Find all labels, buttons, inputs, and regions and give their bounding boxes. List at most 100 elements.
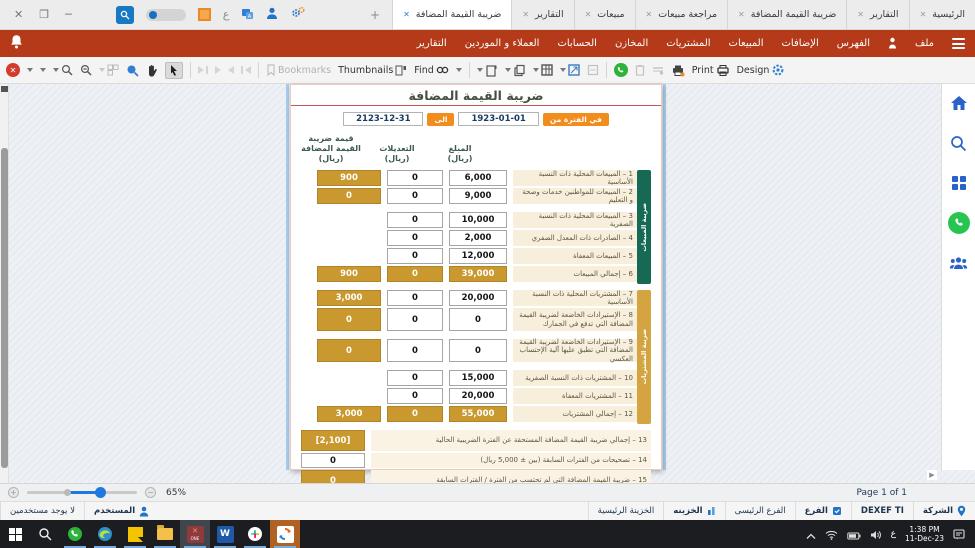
sidebar-search-icon[interactable] — [948, 132, 970, 154]
start-button[interactable] — [0, 520, 30, 548]
find-dropdown[interactable] — [456, 68, 462, 72]
company-chip[interactable]: الشركة — [913, 502, 975, 520]
orange-square-icon[interactable] — [198, 8, 211, 21]
hamburger-menu-icon[interactable] — [952, 38, 965, 49]
print-button[interactable]: Print — [692, 64, 730, 77]
design-button[interactable]: Design — [737, 63, 786, 77]
menu-item-0[interactable]: ملف — [915, 38, 934, 49]
whatsapp-share-icon[interactable] — [614, 63, 628, 77]
quick-print-icon[interactable] — [671, 64, 685, 77]
branch-chip[interactable]: الفرع — [795, 502, 851, 520]
search-icon[interactable] — [116, 6, 134, 24]
menu-item-4[interactable]: المشتريات — [666, 38, 710, 49]
vertical-scrollbar[interactable] — [0, 84, 9, 483]
company-value[interactable]: DEXEF TI — [851, 502, 913, 520]
tab-6[interactable]: ضريبة القيمة المضافة✕ — [392, 0, 511, 29]
tab-close-icon[interactable]: ✕ — [585, 10, 592, 19]
menu-item-1[interactable]: الفهرس — [837, 38, 870, 49]
select-tool-icon[interactable] — [165, 62, 183, 79]
menu-item-6[interactable]: الحسابات — [557, 38, 597, 49]
hand-tool-icon[interactable] — [146, 64, 158, 77]
page-copies-icon[interactable] — [505, 64, 526, 77]
tab-close-icon[interactable]: ✕ — [403, 10, 410, 19]
zoom-tool-icon[interactable] — [126, 64, 139, 77]
tab-close-icon[interactable]: ✕ — [522, 10, 529, 19]
tab-1[interactable]: التقارير✕ — [846, 0, 908, 29]
next-page-icon[interactable] — [215, 66, 221, 74]
users-group-icon[interactable] — [948, 252, 970, 274]
close-report-button[interactable]: ✕ — [6, 63, 20, 77]
menu-item-5[interactable]: المخازن — [615, 38, 648, 49]
tray-chevron-up-icon[interactable] — [806, 525, 816, 544]
taskbar-stickynotes-icon[interactable] — [120, 520, 150, 548]
fit-size-icon[interactable] — [560, 64, 580, 76]
tab-close-icon[interactable]: ✕ — [738, 10, 745, 19]
wifi-icon[interactable] — [825, 525, 838, 544]
export-disabled-icon[interactable] — [587, 64, 599, 76]
window-close-button[interactable]: ✕ — [14, 8, 23, 21]
menu-item-2[interactable]: الإضافات — [781, 38, 818, 49]
dropdown-1[interactable] — [27, 68, 33, 72]
page-orientation-icon[interactable] — [477, 64, 498, 77]
horizontal-scroll-arrow[interactable]: ▶ — [927, 470, 937, 480]
zoom-minus-button[interactable]: − — [145, 487, 156, 498]
prev-page-icon[interactable] — [228, 66, 234, 74]
action-center-icon[interactable] — [953, 525, 965, 544]
table-grid-icon[interactable] — [533, 64, 553, 76]
toggle-switch[interactable] — [146, 9, 186, 21]
zoom-plus-button[interactable]: + — [8, 487, 19, 498]
value-cell: 900 — [317, 170, 381, 186]
new-tab-button[interactable]: + — [358, 0, 392, 29]
bookmarks-button[interactable]: Bookmarks — [266, 64, 331, 76]
window-minimize-button[interactable]: ─ — [65, 8, 72, 21]
tab-3[interactable]: مراجعة مبيعات✕ — [635, 0, 727, 29]
user-icon[interactable] — [266, 5, 278, 24]
tab-close-icon[interactable]: ✕ — [646, 10, 653, 19]
clipboard-disabled-icon[interactable] — [635, 64, 645, 76]
treasury-chip[interactable]: الخزينه — [663, 502, 724, 520]
window-restore-button[interactable]: ❐ — [39, 8, 49, 21]
tray-language-indicator[interactable]: ع — [891, 529, 896, 539]
menu-item-7[interactable]: العملاء و الموردين — [465, 38, 540, 49]
tab-close-icon[interactable]: ✕ — [920, 10, 927, 19]
taskbar-clock[interactable]: 1:38 PM11-Dec-23 — [905, 525, 944, 544]
zoom-out-icon[interactable] — [80, 64, 92, 76]
translate-icon[interactable]: A — [241, 5, 254, 24]
user-status-chip[interactable]: المستخدم — [84, 502, 158, 520]
taskbar-dexef-icon[interactable] — [270, 520, 300, 548]
taskbar-onenote-icon[interactable]: ✕ONE — [180, 520, 210, 548]
zoom-slider[interactable] — [27, 491, 137, 494]
taskbar-search-icon[interactable] — [30, 520, 60, 548]
tab-4[interactable]: مبيعات✕ — [574, 0, 635, 29]
dropdown-2[interactable] — [40, 68, 46, 72]
treasury-value[interactable]: الخزينة الرئيسية — [588, 502, 664, 520]
tab-close-icon[interactable]: ✕ — [857, 10, 864, 19]
home-icon[interactable] — [948, 92, 970, 114]
battery-icon[interactable] — [847, 525, 861, 544]
taskbar-slack-icon[interactable] — [240, 520, 270, 548]
find-button[interactable]: Find — [414, 65, 448, 76]
tab-2[interactable]: ضريبة القيمة المضافة✕ — [727, 0, 846, 29]
whatsapp-icon[interactable] — [948, 212, 970, 234]
notifications-bell-icon[interactable] — [10, 34, 23, 53]
menu-item-8[interactable]: التقارير — [417, 38, 447, 49]
tab-5[interactable]: التقارير✕ — [511, 0, 573, 29]
taskbar-word-icon[interactable]: W — [210, 520, 240, 548]
multi-page-view-icon[interactable] — [99, 64, 119, 76]
taskbar-edge-icon[interactable] — [90, 520, 120, 548]
zoom-in-icon[interactable] — [53, 64, 73, 76]
thumbnails-button[interactable]: Thumbnails — [338, 65, 407, 76]
settings-gears-icon[interactable] — [290, 5, 306, 24]
taskbar-explorer-icon[interactable] — [150, 520, 180, 548]
menubar-user-icon[interactable] — [888, 34, 897, 53]
last-page-icon[interactable] — [198, 66, 208, 74]
taskbar-whatsapp-icon[interactable] — [60, 520, 90, 548]
tab-0[interactable]: الرئيسية✕ — [909, 0, 975, 29]
report-row: 1 – المبيعات المحلية ذات النسبة الأساسية… — [317, 170, 637, 186]
table-settings-disabled-icon[interactable] — [652, 65, 664, 75]
first-page-icon[interactable] — [241, 66, 251, 74]
speaker-icon[interactable] — [870, 525, 882, 544]
branch-value[interactable]: الفرع الرئيسى — [725, 502, 795, 520]
apps-grid-icon[interactable] — [948, 172, 970, 194]
menu-item-3[interactable]: المبيعات — [729, 38, 764, 49]
